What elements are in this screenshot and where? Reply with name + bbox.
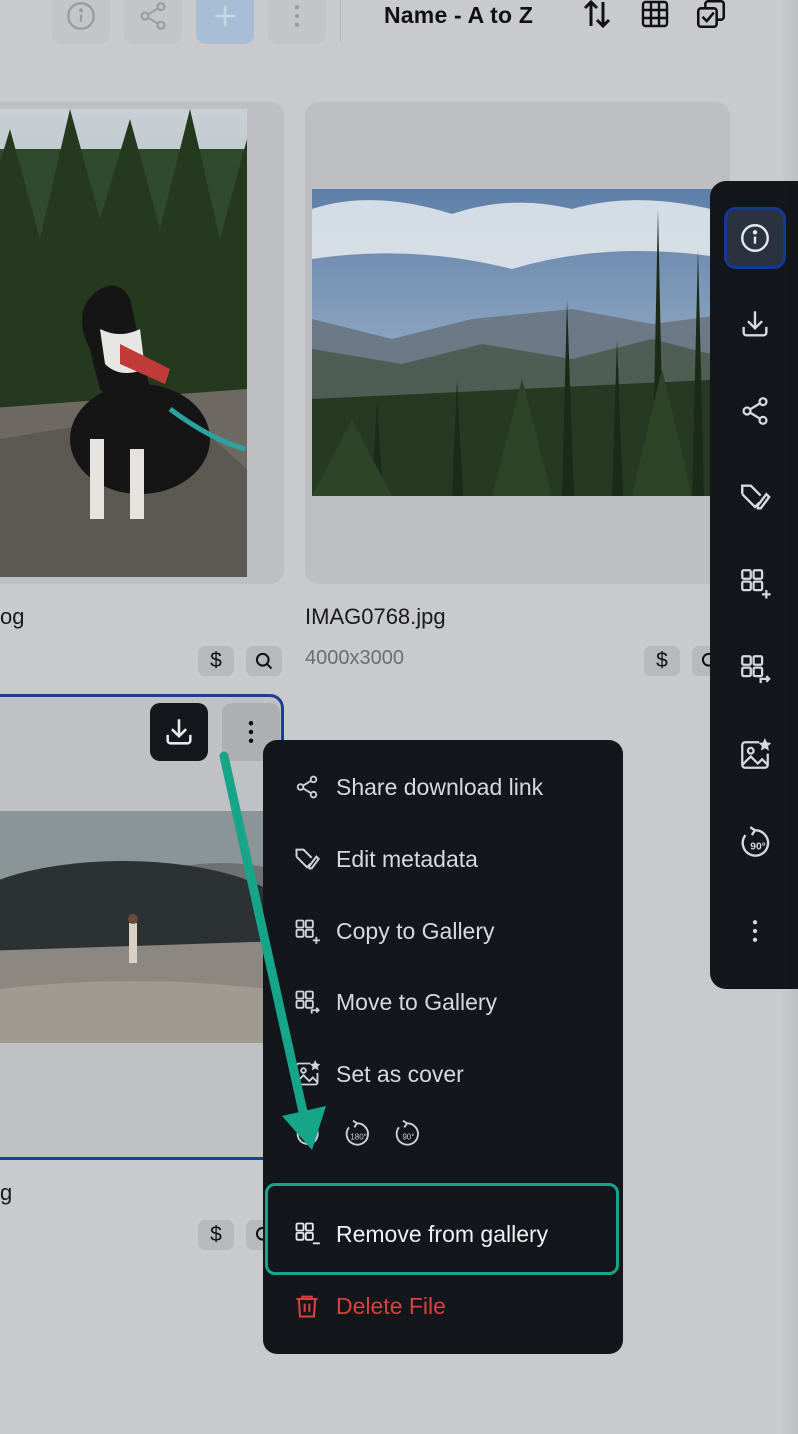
copy-to-gallery-panel-button[interactable] (724, 552, 786, 614)
menu-item-label: Edit metadata (336, 845, 478, 872)
file-dimensions: 4000x3000 (305, 647, 404, 669)
menu-item-copy-to-gallery[interactable]: Copy to Gallery (293, 913, 495, 949)
move-to-gallery-panel-button[interactable] (724, 638, 786, 700)
photo-card-selected[interactable] (0, 694, 284, 1160)
trash-icon (293, 1292, 321, 1320)
download-icon (166, 719, 192, 745)
edit-metadata-panel-button[interactable] (724, 466, 786, 528)
more-panel-button[interactable] (724, 900, 786, 962)
search-icon (255, 652, 273, 670)
menu-item-move-to-gallery[interactable]: Move to Gallery (293, 984, 497, 1020)
sort-direction-button[interactable] (578, 0, 616, 34)
menu-item-remove-from-gallery[interactable]: Remove from gallery (293, 1216, 548, 1252)
share-icon (742, 397, 768, 425)
rotate-180-icon[interactable]: 180° (341, 1118, 373, 1155)
sort-label[interactable]: Name - A to Z (384, 2, 533, 29)
svg-text:180°: 180° (350, 1132, 367, 1141)
svg-text:90°: 90° (402, 1132, 414, 1141)
price-chip[interactable]: $ (198, 646, 234, 676)
select-icon (696, 0, 726, 29)
menu-item-edit-metadata[interactable]: Edit metadata (293, 841, 478, 877)
photo-card[interactable] (0, 102, 284, 584)
menu-item-label: Move to Gallery (336, 988, 498, 1015)
more-vertical-icon (295, 5, 299, 27)
menu-item-delete-file[interactable]: Delete File (293, 1288, 446, 1324)
more-vertical-icon (248, 721, 254, 743)
context-menu: Share download link Edit metadata Copy t… (263, 740, 623, 1354)
set-cover-icon (741, 738, 772, 769)
rotate-90-panel-button[interactable]: 90° (724, 812, 786, 874)
download-panel-button[interactable] (724, 293, 786, 355)
menu-item-label: Set as cover (336, 1060, 464, 1087)
menu-item-share-download-link[interactable]: Share download link (293, 769, 543, 805)
photo-thumbnail (0, 811, 281, 1043)
copy-to-gallery-icon (293, 917, 321, 945)
photo-card[interactable] (305, 102, 730, 584)
grid-view-button[interactable] (636, 0, 674, 34)
share-button[interactable] (124, 0, 182, 44)
add-button[interactable] (196, 0, 254, 44)
info-button[interactable] (52, 0, 110, 44)
rotate-controls: 180° 90° (293, 1118, 423, 1155)
edge-shadow (780, 0, 798, 1434)
menu-item-label: Remove from gallery (336, 1220, 549, 1247)
share-icon (293, 773, 321, 801)
more-vertical-icon (752, 920, 758, 942)
svg-text:90°: 90° (750, 841, 766, 852)
file-name: og (0, 604, 25, 629)
menu-item-label: Share download link (336, 773, 544, 800)
photo-thumbnail (312, 189, 730, 496)
add-icon (215, 6, 235, 26)
edit-metadata-icon (293, 845, 321, 873)
select-mode-button[interactable] (692, 0, 730, 34)
edit-metadata-icon (741, 484, 771, 510)
set-cover-panel-button[interactable] (724, 724, 786, 786)
info-icon (741, 224, 769, 252)
file-name: g (0, 1180, 13, 1205)
info-icon (67, 2, 95, 30)
more-button[interactable] (268, 0, 326, 44)
move-to-gallery-icon (741, 655, 771, 684)
rotate-left-icon[interactable] (293, 1119, 323, 1154)
set-cover-icon (293, 1060, 321, 1088)
search-chip[interactable] (246, 646, 282, 676)
sort-icon (583, 0, 611, 29)
remove-from-gallery-icon (293, 1220, 321, 1248)
move-to-gallery-icon (293, 988, 321, 1016)
info-panel-button[interactable] (724, 207, 786, 269)
rotate-90-icon[interactable]: 90° (391, 1118, 423, 1155)
share-icon (140, 2, 166, 30)
share-panel-button[interactable] (724, 380, 786, 442)
rotate-90-icon: 90° (741, 826, 770, 857)
price-chip[interactable]: $ (644, 646, 680, 676)
file-name: IMAG0768.jpg (305, 604, 446, 629)
toolbar-divider (340, 0, 341, 42)
download-button[interactable] (150, 703, 208, 761)
price-chip[interactable]: $ (198, 1220, 234, 1250)
menu-item-label: Copy to Gallery (336, 917, 495, 944)
menu-item-label: Delete File (336, 1292, 446, 1319)
menu-item-set-as-cover[interactable]: Set as cover (293, 1056, 464, 1092)
toolbar: Name - A to Z (0, 0, 798, 44)
copy-to-gallery-icon (741, 569, 771, 599)
photo-thumbnail (0, 109, 247, 577)
grid-view-icon (641, 0, 669, 28)
download-icon (742, 311, 768, 337)
